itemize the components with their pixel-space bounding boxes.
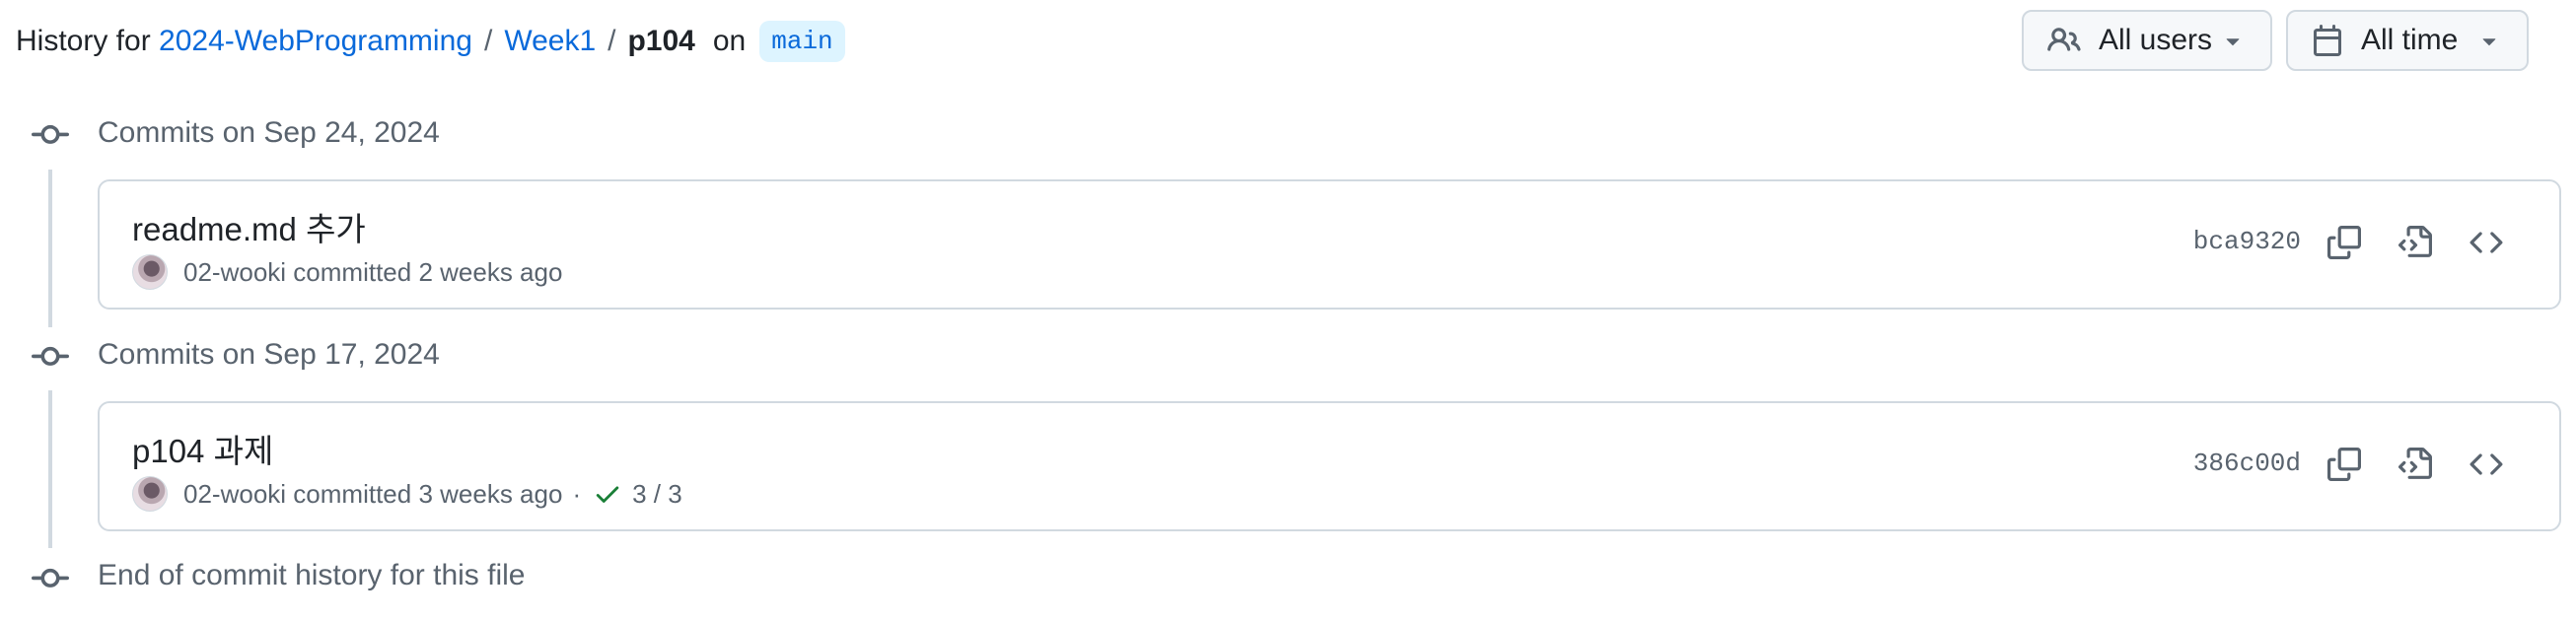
copy-icon bbox=[2327, 447, 2361, 486]
copy-sha-button[interactable] bbox=[2317, 217, 2372, 272]
code-icon bbox=[2469, 226, 2503, 264]
browse-code-button[interactable] bbox=[2459, 217, 2514, 272]
file-history-header: History for 2024-WebProgramming / Week1 / p1… bbox=[16, 16, 845, 67]
commit-time: 3 weeks ago bbox=[418, 478, 563, 509]
avatar[interactable] bbox=[132, 254, 168, 290]
commit-sha-link[interactable]: bca9320 bbox=[2193, 227, 2301, 256]
commit-author-link[interactable]: 02-wooki bbox=[183, 479, 286, 510]
check-icon bbox=[593, 479, 622, 509]
git-commit-icon bbox=[32, 116, 69, 154]
people-icon bbox=[2047, 24, 2081, 57]
checks-status-link[interactable]: 3 / 3 bbox=[632, 479, 682, 510]
commit-row: readme.md 추가 02-wooki committed 2 weeks … bbox=[98, 179, 2561, 310]
git-commit-icon bbox=[32, 560, 69, 597]
breadcrumb-separator: / bbox=[608, 25, 616, 57]
all-time-label: All time bbox=[2361, 24, 2459, 56]
view-file-button[interactable] bbox=[2388, 439, 2443, 494]
breadcrumb-file-name: p104 bbox=[627, 25, 695, 57]
browse-code-button[interactable] bbox=[2459, 439, 2514, 494]
commit-group-date: Commits on Sep 17, 2024 bbox=[98, 338, 440, 371]
committed-label: committed bbox=[293, 256, 412, 287]
commit-sha-link[interactable]: 386c00d bbox=[2193, 449, 2301, 478]
timeline-line bbox=[48, 390, 52, 548]
timeline-line bbox=[48, 170, 52, 327]
commit-author-link[interactable]: 02-wooki bbox=[183, 257, 286, 288]
all-time-filter-button[interactable]: All time bbox=[2286, 10, 2529, 71]
commit-meta: 02-wooki committed 2 weeks ago bbox=[132, 252, 562, 292]
commit-time: 2 weeks ago bbox=[418, 256, 563, 287]
commit-message-link[interactable]: p104 과제 bbox=[132, 425, 273, 472]
breadcrumb-separator: / bbox=[483, 25, 493, 57]
file-code-icon bbox=[2398, 225, 2432, 264]
calendar-icon bbox=[2312, 25, 2343, 56]
avatar[interactable] bbox=[132, 476, 168, 512]
commit-meta: 02-wooki committed 3 weeks ago · 3 / 3 bbox=[132, 474, 682, 514]
commit-row: p104 과제 02-wooki committed 3 weeks ago · 3… bbox=[98, 401, 2561, 531]
end-of-history-text: End of commit history for this file bbox=[98, 559, 526, 591]
meta-separator: · bbox=[572, 478, 582, 509]
code-icon bbox=[2469, 448, 2503, 486]
all-users-filter-button[interactable]: All users bbox=[2022, 10, 2272, 71]
copy-sha-button[interactable] bbox=[2317, 439, 2372, 494]
commit-message-link[interactable]: readme.md 추가 bbox=[132, 203, 366, 250]
history-prefix: History for bbox=[16, 25, 151, 57]
git-commit-icon bbox=[32, 338, 69, 376]
triangle-down-icon bbox=[2475, 27, 2503, 54]
committed-label: committed bbox=[293, 478, 412, 509]
breadcrumb-repo-link[interactable]: 2024-WebProgramming bbox=[159, 25, 472, 58]
on-label: on bbox=[712, 25, 747, 57]
file-code-icon bbox=[2398, 447, 2432, 486]
all-users-label: All users bbox=[2099, 24, 2213, 56]
view-file-button[interactable] bbox=[2388, 217, 2443, 272]
copy-icon bbox=[2327, 225, 2361, 264]
triangle-down-icon bbox=[2219, 27, 2247, 54]
branch-badge[interactable]: main bbox=[759, 21, 845, 62]
commit-group-date: Commits on Sep 24, 2024 bbox=[98, 116, 440, 149]
breadcrumb-folder-link[interactable]: Week1 bbox=[504, 25, 596, 58]
